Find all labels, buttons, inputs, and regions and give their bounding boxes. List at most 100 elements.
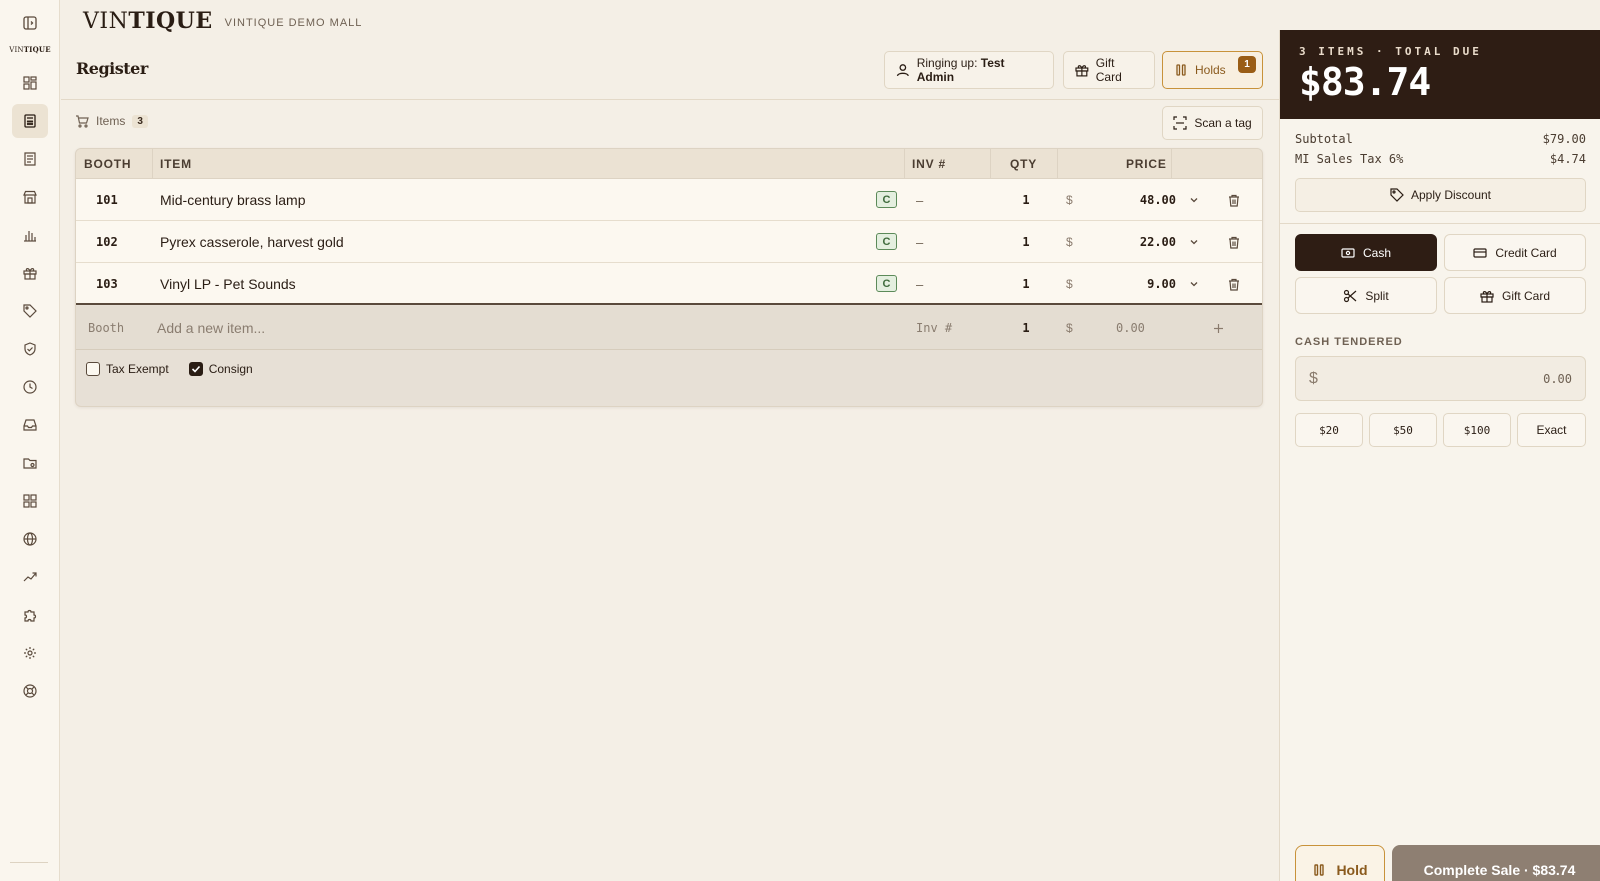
row-qty[interactable]: 1	[1016, 221, 1036, 263]
row-inv[interactable]: –	[916, 179, 923, 221]
sidebar: VINTIQUE	[0, 0, 60, 881]
pay-gift-card-label: Gift Card	[1501, 288, 1550, 303]
quick-cash-100-button[interactable]: $100	[1443, 413, 1511, 447]
table-row[interactable]: 103 Vinyl LP - Pet Sounds C – 1 $ 9.00	[76, 263, 1262, 305]
quick-cash-20-button[interactable]: $20	[1295, 413, 1363, 447]
sidebar-toggle-icon[interactable]	[20, 13, 40, 33]
row-qty[interactable]: 1	[1016, 179, 1036, 221]
puzzle-icon[interactable]	[12, 598, 48, 632]
row-price[interactable]: 22.00	[1086, 221, 1176, 263]
row-booth[interactable]: 101	[96, 179, 118, 221]
lifebuoy-icon[interactable]	[12, 674, 48, 708]
booth-input[interactable]: Booth	[88, 306, 124, 350]
column-divider	[990, 149, 991, 179]
consign-badge: C	[876, 233, 897, 250]
new-item-row: Booth Add a new item... Inv # 1 $ 0.00	[76, 306, 1262, 350]
gear-icon[interactable]	[12, 636, 48, 670]
col-header-inv: INV #	[912, 157, 947, 171]
cash-tendered-input[interactable]: $ 0.00	[1295, 356, 1586, 401]
col-header-item: ITEM	[160, 157, 192, 171]
quick-cash-50-button[interactable]: $50	[1369, 413, 1437, 447]
inbox-icon[interactable]	[12, 408, 48, 442]
cash-tendered-value[interactable]: 0.00	[1543, 372, 1572, 386]
bar-chart-icon[interactable]	[12, 218, 48, 252]
apps-grid-icon[interactable]	[12, 484, 48, 518]
clock-icon[interactable]	[12, 370, 48, 404]
pay-gift-card-button[interactable]: Gift Card	[1444, 277, 1586, 314]
inv-input[interactable]: Inv #	[916, 306, 952, 350]
total-due-box: 3 ITEMS · TOTAL DUE $83.74	[1280, 30, 1600, 119]
row-item-name[interactable]: Vinyl LP - Pet Sounds	[160, 263, 296, 305]
subtotal-label: Subtotal	[1295, 132, 1353, 146]
complete-sale-button[interactable]: Complete Sale · $83.74	[1392, 845, 1600, 881]
item-options: Tax Exempt Consign	[86, 362, 253, 376]
new-price-input[interactable]: 0.00	[1116, 306, 1145, 350]
holds-button[interactable]: Holds 1	[1162, 51, 1263, 89]
col-header-qty: QTY	[1010, 157, 1038, 171]
store-icon[interactable]	[12, 180, 48, 214]
row-item-name[interactable]: Mid-century brass lamp	[160, 179, 306, 221]
new-item-input[interactable]: Add a new item...	[157, 306, 265, 350]
pay-cash-button[interactable]: Cash	[1295, 234, 1437, 271]
folder-icon[interactable]	[12, 446, 48, 480]
pay-split-button[interactable]: Split	[1295, 277, 1437, 314]
shield-check-icon[interactable]	[12, 332, 48, 366]
consign-box[interactable]	[188, 362, 203, 376]
cart-icon	[76, 115, 89, 128]
sidebar-divider	[10, 862, 48, 863]
cash-tendered-currency: $	[1309, 369, 1318, 387]
chevron-down-icon[interactable]	[1186, 179, 1202, 221]
gift-icon	[1480, 290, 1494, 303]
items-table: BOOTH ITEM INV # QTY PRICE 101 Mid-centu…	[75, 148, 1263, 407]
tax-label: MI Sales Tax 6%	[1295, 152, 1404, 166]
gift-icon[interactable]	[12, 256, 48, 290]
trash-icon[interactable]	[1226, 221, 1242, 263]
apply-discount-label: Apply Discount	[1410, 188, 1492, 202]
total-due-label: 3 ITEMS · TOTAL DUE	[1299, 45, 1482, 58]
subtotal-line: Subtotal $79.00	[1295, 132, 1586, 146]
consign-checkbox[interactable]: Consign	[188, 362, 253, 376]
tag-icon[interactable]	[12, 294, 48, 328]
trending-up-icon[interactable]	[12, 560, 48, 594]
tax-exempt-box[interactable]	[86, 362, 100, 376]
row-inv[interactable]: –	[916, 221, 923, 263]
row-inv[interactable]: –	[916, 263, 923, 305]
table-row[interactable]: 102 Pyrex casserole, harvest gold C – 1 …	[76, 221, 1262, 263]
quick-cash-exact-button[interactable]: Exact	[1517, 413, 1586, 447]
trash-icon[interactable]	[1226, 263, 1242, 305]
register-icon[interactable]	[12, 104, 48, 138]
top-bar: VINTIQUE VINTIQUE DEMO MALL	[61, 0, 1279, 42]
row-item-name[interactable]: Pyrex casserole, harvest gold	[160, 221, 344, 263]
total-due-amount: $83.74	[1299, 60, 1431, 104]
trash-icon[interactable]	[1226, 179, 1242, 221]
holds-count-badge: 1	[1238, 56, 1256, 73]
scissors-icon	[1344, 289, 1357, 302]
globe-icon[interactable]	[12, 522, 48, 556]
app-logo[interactable]: VINTIQUE	[83, 8, 213, 34]
row-booth[interactable]: 103	[96, 263, 118, 305]
row-booth[interactable]: 102	[96, 221, 118, 263]
ringing-up-button[interactable]: Ringing up: Test Admin	[884, 51, 1054, 89]
row-price[interactable]: 48.00	[1086, 179, 1176, 221]
new-currency: $	[1066, 321, 1073, 335]
dashboard-icon[interactable]	[12, 66, 48, 100]
subtotal-value: $79.00	[1542, 132, 1586, 146]
receipt-icon[interactable]	[12, 142, 48, 176]
hold-button[interactable]: Hold	[1295, 845, 1385, 881]
credit-card-icon	[1473, 247, 1487, 258]
row-price[interactable]: 9.00	[1086, 263, 1176, 305]
scan-icon	[1173, 116, 1187, 130]
new-qty-input[interactable]: 1	[1016, 306, 1036, 350]
table-row[interactable]: 101 Mid-century brass lamp C – 1 $ 48.00	[76, 179, 1262, 221]
pay-credit-card-button[interactable]: Credit Card	[1444, 234, 1586, 271]
scan-tag-button[interactable]: Scan a tag	[1162, 106, 1263, 140]
tax-exempt-checkbox[interactable]: Tax Exempt	[86, 362, 169, 376]
row-currency: $	[1066, 235, 1073, 249]
chevron-down-icon[interactable]	[1186, 221, 1202, 263]
row-qty[interactable]: 1	[1016, 263, 1036, 305]
chevron-down-icon[interactable]	[1186, 263, 1202, 305]
page-header: Register Ringing up: Test Admin Gift Car…	[61, 42, 1279, 100]
add-item-icon[interactable]	[1210, 306, 1226, 350]
header-gift-card-button[interactable]: Gift Card	[1063, 51, 1155, 89]
apply-discount-button[interactable]: Apply Discount	[1295, 178, 1586, 212]
